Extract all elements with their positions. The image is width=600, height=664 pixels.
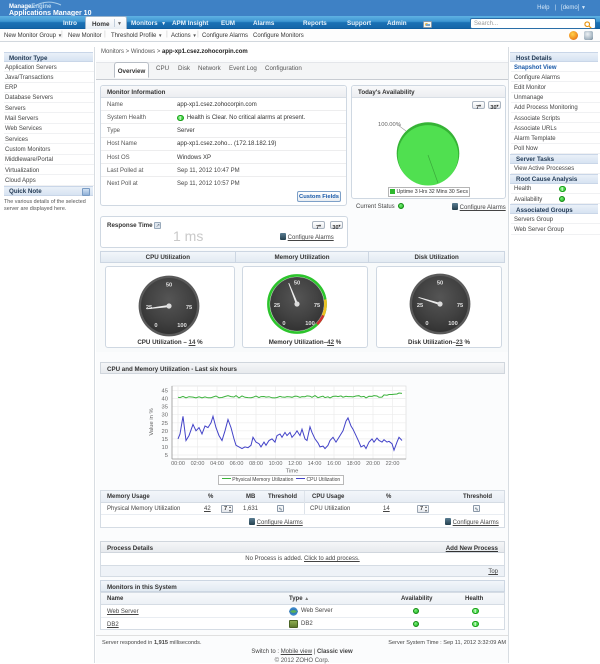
svg-text:12:00: 12:00 [288,461,302,467]
svg-text:08:00: 08:00 [249,461,263,467]
svg-text:50: 50 [437,281,443,287]
svg-text:100: 100 [305,321,315,327]
svg-text:100: 100 [177,323,187,329]
svg-text:100.00%: 100.00% [378,122,401,128]
svg-text:75: 75 [457,303,463,309]
svg-text:22:00: 22:00 [386,461,400,467]
svg-text:18:00: 18:00 [347,461,361,467]
svg-text:0: 0 [425,321,428,327]
svg-text:06:00: 06:00 [230,461,244,467]
svg-text:25: 25 [274,303,280,309]
svg-text:45: 45 [162,389,168,395]
svg-text:40: 40 [162,397,168,403]
svg-text:16:00: 16:00 [327,461,341,467]
svg-text:04:00: 04:00 [210,461,224,467]
svg-text:50: 50 [166,283,172,289]
svg-text:0: 0 [154,323,157,329]
svg-text:35: 35 [162,405,168,411]
svg-text:50: 50 [294,281,300,287]
svg-text:Value in %: Value in % [149,408,155,435]
svg-text:00:00: 00:00 [171,461,185,467]
svg-text:75: 75 [314,303,320,309]
svg-text:20:00: 20:00 [366,461,380,467]
svg-text:02:00: 02:00 [191,461,205,467]
svg-text:75: 75 [186,305,192,311]
svg-text:Time: Time [286,469,299,475]
svg-text:20: 20 [162,429,168,435]
svg-text:15: 15 [162,437,168,443]
svg-text:14:00: 14:00 [308,461,322,467]
svg-text:25: 25 [417,303,423,309]
svg-text:30: 30 [162,413,168,419]
svg-text:5: 5 [165,453,168,459]
svg-text:100: 100 [448,321,458,327]
svg-text:25: 25 [162,421,168,427]
svg-text:0: 0 [282,321,285,327]
svg-text:10: 10 [162,445,168,451]
svg-text:10:00: 10:00 [269,461,283,467]
